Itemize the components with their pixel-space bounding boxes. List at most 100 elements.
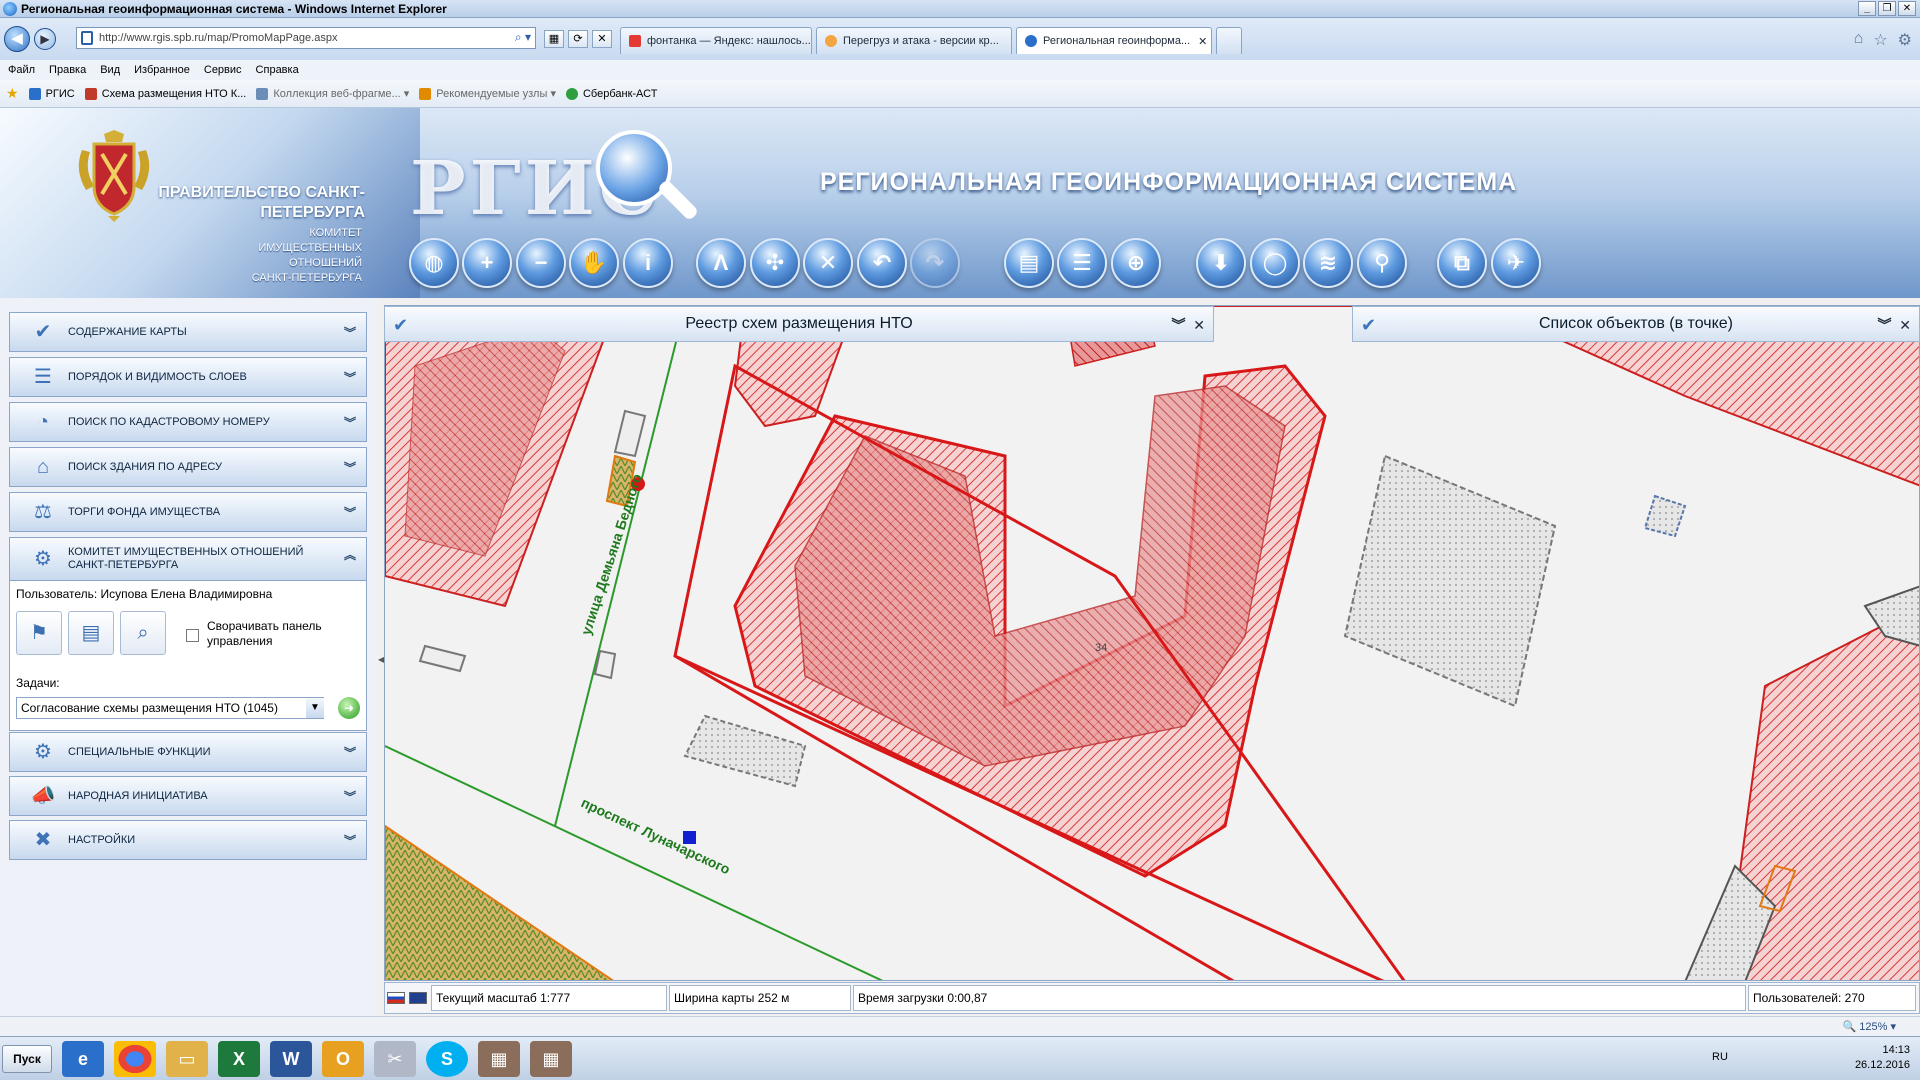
forward-button[interactable]: ▶	[34, 28, 56, 50]
russian-flag-icon[interactable]	[387, 992, 405, 1004]
tab-close-icon[interactable]: ✕	[1190, 35, 1207, 48]
excel-taskbar-icon[interactable]: X	[218, 1041, 260, 1077]
window-close-button[interactable]: ✕	[1898, 1, 1916, 16]
pan-hand-tool-button[interactable]: ✋	[569, 238, 619, 288]
favorites-star-icon[interactable]: ☆	[1873, 30, 1887, 50]
go-arrow-button[interactable]: ➜	[338, 697, 360, 719]
chevron-down-icon: ︾	[343, 416, 356, 430]
language-indicator[interactable]: RU	[1712, 1051, 1728, 1063]
window-titlebar: Региональная геоинформационная система -…	[0, 0, 1920, 18]
sidebar-item-settings[interactable]: ✖ НАСТРОЙКИ ︾	[9, 820, 367, 860]
list-tool-button[interactable]: ☰	[1057, 238, 1107, 288]
redo-tool-button[interactable]: ↷	[910, 238, 960, 288]
stop-icon[interactable]: ✕	[592, 30, 612, 48]
english-flag-icon[interactable]	[409, 992, 427, 1004]
tasks-select[interactable]: Согласование схемы размещения НТО (1045)	[16, 697, 324, 719]
tab-yandex[interactable]: фонтанка — Яндекс: нашлось...	[620, 27, 812, 54]
zoom-in-tool-button[interactable]: +	[462, 238, 512, 288]
fav-sberbank[interactable]: Сбербанк-АСТ	[565, 87, 657, 100]
map-canvas[interactable]: 34 улица Демьяна Бедного проспект Лунача…	[384, 305, 1920, 981]
menu-view[interactable]: Вид	[100, 64, 120, 76]
fav-suggested[interactable]: Рекомендуемые узлы ▾	[419, 87, 556, 100]
chevron-down-icon[interactable]: ▼	[306, 698, 324, 718]
undo-tool-button[interactable]: ↶	[857, 238, 907, 288]
suggested-icon	[419, 87, 432, 100]
panel-header-objects[interactable]: ✔ Список объектов (в точке) ︾ ✕	[1352, 306, 1920, 342]
sidebar-item-layers[interactable]: ☰ ПОРЯДОК И ВИДИМОСТЬ СЛОЕВ ︾	[9, 357, 367, 397]
favorites-star-icon[interactable]: ★	[6, 85, 19, 102]
sidebar-item-cadastral-search[interactable]: ◔ ПОИСК ПО КАДАСТРОВОМУ НОМЕРУ ︾	[9, 402, 367, 442]
measure-tool-button[interactable]: Λ	[696, 238, 746, 288]
fav-rgis[interactable]: РГИС	[28, 87, 75, 100]
info-tool-button[interactable]: i	[623, 238, 673, 288]
search-doc-button[interactable]: ⌕	[120, 611, 166, 655]
home-icon[interactable]: ⌂	[1854, 30, 1864, 50]
zoom-level[interactable]: 🔍 125% ▾	[1843, 1020, 1896, 1033]
settings-gear-icon[interactable]: ⚙	[1898, 30, 1912, 50]
location-tool-button[interactable]: ⚲	[1357, 238, 1407, 288]
chrome-taskbar-icon[interactable]	[114, 1041, 156, 1077]
menu-favorites[interactable]: Избранное	[134, 64, 190, 76]
document-button[interactable]: ▤	[68, 611, 114, 655]
new-tab-button[interactable]	[1216, 27, 1242, 54]
skype-taskbar-icon[interactable]: S	[426, 1041, 468, 1077]
select-tool-button[interactable]: ✣	[750, 238, 800, 288]
clear-tool-button[interactable]: ✕	[803, 238, 853, 288]
sidebar-item-committee[interactable]: ⚙ КОМИТЕТ ИМУЩЕСТВЕННЫХ ОТНОШЕНИЙ САНКТ-П…	[9, 537, 367, 581]
panel-close-icon[interactable]: ︾ ✕	[1877, 315, 1911, 335]
webslice-icon	[256, 87, 269, 100]
print-tool-button[interactable]: ▤	[1004, 238, 1054, 288]
address-bar[interactable]: http://www.rgis.spb.ru/map/PromoMapPage.…	[76, 27, 536, 49]
fav-webslices[interactable]: Коллекция веб-фрагме... ▾	[256, 87, 409, 100]
minimize-button[interactable]: _	[1858, 1, 1876, 16]
collapse-panel-label: Сворачивать панель управления	[207, 619, 322, 648]
sidebar: ✔ СОДЕРЖАНИЕ КАРТЫ ︾ ☰ ПОРЯДОК И ВИДИМОСТЬ …	[0, 298, 378, 1016]
search-icon[interactable]: ⌕ ▾	[515, 30, 531, 45]
sidebar-item-people-initiative[interactable]: 📣 НАРОДНАЯ ИНИЦИАТИВА ︾	[9, 776, 367, 816]
flag-button[interactable]: ⚑	[16, 611, 62, 655]
tasks-label: Задачи:	[16, 676, 60, 690]
sidebar-item-map-content[interactable]: ✔ СОДЕРЖАНИЕ КАРТЫ ︾	[9, 312, 367, 352]
sidebar-item-special-functions[interactable]: ⚙ СПЕЦИАЛЬНЫЕ ФУНКЦИИ ︾	[9, 732, 367, 772]
outlook-taskbar-icon[interactable]: O	[322, 1041, 364, 1077]
app2-taskbar-icon[interactable]: ▦	[530, 1041, 572, 1077]
map-status-bar: Текущий масштаб 1:777 Ширина карты 252 м…	[384, 982, 1920, 1014]
layers-icon: ☰	[34, 366, 52, 388]
tab-peregruz[interactable]: Перегруз и атака - версии кр...	[816, 27, 1012, 54]
menu-file[interactable]: Файл	[8, 64, 35, 76]
start-button[interactable]: Пуск	[2, 1045, 52, 1073]
menu-help[interactable]: Справка	[256, 64, 299, 76]
explorer-taskbar-icon[interactable]: ▭	[166, 1041, 208, 1077]
word-taskbar-icon[interactable]: W	[270, 1041, 312, 1077]
maximize-button[interactable]: ❐	[1878, 1, 1896, 16]
sidebar-item-auctions[interactable]: ⚖ ТОРГИ ФОНДА ИМУЩЕСТВА ︾	[9, 492, 367, 532]
export-tool-button[interactable]: ⧉	[1437, 238, 1487, 288]
panel-close-icon[interactable]: ︾ ✕	[1171, 315, 1205, 335]
app-taskbar-icon[interactable]: ▦	[478, 1041, 520, 1077]
menu-tools[interactable]: Сервис	[204, 64, 242, 76]
zoom-out-tool-button[interactable]: −	[516, 238, 566, 288]
chevron-down-icon: ︾	[343, 326, 356, 340]
browser-navbar: ◀ ▶ http://www.rgis.spb.ru/map/PromoMapP…	[0, 18, 1920, 60]
compat-icon[interactable]: ▦	[544, 30, 564, 48]
tab-rgis[interactable]: Региональная геоинформа... ✕	[1016, 27, 1212, 54]
panel-header-nto[interactable]: ✔ Реестр схем размещения НТО ︾ ✕	[384, 306, 1214, 342]
comment-tool-button[interactable]: ◯	[1250, 238, 1300, 288]
rss-tool-button[interactable]: ≋	[1303, 238, 1353, 288]
collapse-panel-checkbox[interactable]	[186, 629, 199, 642]
fav-nto[interactable]: Схема размещения НТО К...	[84, 87, 246, 100]
web-tool-button[interactable]: ⊕	[1111, 238, 1161, 288]
sidebar-item-address-search[interactable]: ⌂ ПОИСК ЗДАНИЯ ПО АДРЕСУ ︾	[9, 447, 367, 487]
fly-tool-button[interactable]: ✈	[1491, 238, 1541, 288]
snipping-taskbar-icon[interactable]: ✂	[374, 1041, 416, 1077]
refresh-icon[interactable]: ⟳	[568, 30, 588, 48]
system-clock[interactable]: 14:13 26.12.2016	[1855, 1043, 1910, 1073]
globe-tool-button[interactable]: ◍	[409, 238, 459, 288]
building-search-icon: ⌂	[36, 456, 50, 478]
rgis-icon	[28, 87, 41, 100]
menu-edit[interactable]: Правка	[49, 64, 86, 76]
committee-subtitle: КОМИТЕТ ИМУЩЕСТВЕННЫХ ОТНОШЕНИЙ САНКТ-ПЕ…	[251, 227, 362, 284]
back-button[interactable]: ◀	[4, 26, 30, 52]
download-tool-button[interactable]: ⬇	[1196, 238, 1246, 288]
ie-taskbar-icon[interactable]: e	[62, 1041, 104, 1077]
